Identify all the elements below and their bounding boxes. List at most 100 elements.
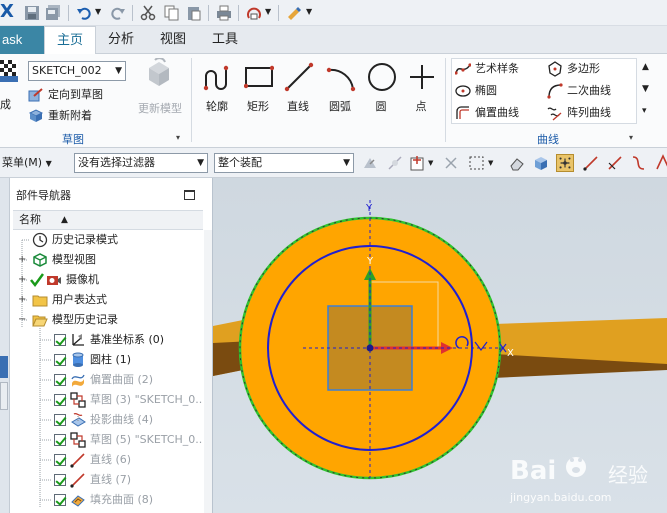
- arc-button[interactable]: 圆弧: [320, 60, 360, 124]
- redo-icon[interactable]: [110, 5, 126, 21]
- orient-to-sketch-button[interactable]: 定向到草图: [28, 86, 103, 104]
- studio-spline-button[interactable]: 艺术样条: [455, 59, 519, 79]
- snap-icon[interactable]: [442, 154, 460, 172]
- point-button[interactable]: 点: [401, 60, 441, 124]
- gallery-scroll-down-icon[interactable]: ▼: [642, 84, 649, 94]
- gallery-scroll-up-icon[interactable]: ▲: [642, 62, 649, 72]
- sketch-name-select[interactable]: SKETCH_002 ▼: [28, 61, 126, 81]
- chevron-down-icon: ▼: [197, 158, 204, 168]
- print-icon[interactable]: [216, 5, 232, 21]
- solid-body-icon[interactable]: [532, 154, 550, 172]
- visibility-checkbox[interactable]: [54, 454, 66, 466]
- customize-dropdown-icon[interactable]: ▼: [306, 7, 312, 16]
- pattern-curve-button[interactable]: 阵列曲线: [547, 103, 611, 123]
- snap-midpoint-icon[interactable]: [582, 154, 600, 172]
- tree-item-line-7[interactable]: 直线 (7): [14, 470, 204, 490]
- snap-point-icon[interactable]: [386, 154, 404, 172]
- tree-item-label: 直线 (7): [90, 473, 132, 486]
- chevron-down-icon[interactable]: ▼: [428, 159, 433, 167]
- ellipse-button[interactable]: 椭圆: [455, 81, 497, 101]
- tree-item-user-expressions[interactable]: + 用户表达式: [14, 290, 204, 310]
- rectangle-label: 矩形: [247, 100, 269, 113]
- visibility-checkbox[interactable]: [54, 494, 66, 506]
- menu-button[interactable]: 菜单(M) ▼: [0, 154, 52, 172]
- resource-tab-icon[interactable]: [0, 356, 8, 378]
- tree-item-sketch-5[interactable]: 草图 (5) "SKETCH_0..: [14, 430, 204, 450]
- expand-icon[interactable]: +: [18, 295, 26, 305]
- line-label: 直线: [287, 100, 309, 113]
- conic-button[interactable]: 二次曲线: [547, 81, 611, 101]
- eraser-icon[interactable]: [508, 154, 526, 172]
- tree-item-cameras[interactable]: + 摄像机: [14, 270, 204, 290]
- rectangle-select-icon[interactable]: [468, 154, 486, 172]
- cut-icon[interactable]: [140, 5, 156, 21]
- tree-item-cylinder[interactable]: 圆柱 (1): [14, 350, 204, 370]
- tree-item-model-history[interactable]: − 模型历史记录: [14, 310, 204, 330]
- paste-icon[interactable]: [186, 5, 202, 21]
- tree-item-line-6[interactable]: 直线 (6): [14, 450, 204, 470]
- group-separator: [191, 58, 192, 142]
- visibility-checkbox[interactable]: [54, 414, 66, 426]
- selection-scope-select[interactable]: 整个装配 ▼: [214, 153, 354, 173]
- polygon-button[interactable]: 多边形: [547, 59, 600, 79]
- offset-surface-icon: [71, 374, 85, 387]
- chevron-down-icon[interactable]: ▼: [488, 159, 493, 167]
- chevron-down-icon: ▼: [343, 158, 350, 168]
- finish-sketch-label[interactable]: 成: [0, 96, 11, 112]
- tree-item-model-views[interactable]: + 模型视图: [14, 250, 204, 270]
- window-dropdown-icon[interactable]: ▼: [265, 7, 271, 16]
- snap-line-icon[interactable]: [606, 154, 624, 172]
- tab-sketch-task[interactable]: ask: [0, 26, 44, 54]
- tree-item-history-mode[interactable]: 历史记录模式: [14, 230, 204, 250]
- save-icon[interactable]: [24, 5, 40, 21]
- navigator-scrollbar[interactable]: [204, 230, 212, 513]
- reattach-button[interactable]: 重新附着: [28, 107, 92, 125]
- point-label: 点: [415, 100, 427, 113]
- toolbar-separator: [238, 5, 239, 21]
- snap-curve-icon[interactable]: [630, 154, 648, 172]
- visibility-checkbox[interactable]: [54, 374, 66, 386]
- curve-group-expand-icon[interactable]: ▾: [629, 133, 633, 142]
- undo-icon[interactable]: [76, 5, 92, 21]
- rectangle-button[interactable]: 矩形: [238, 60, 278, 124]
- tab-tools[interactable]: 工具: [202, 26, 248, 54]
- touch-mode-icon[interactable]: [286, 5, 302, 21]
- offset-curve-button[interactable]: 偏置曲线: [455, 103, 519, 123]
- visibility-checkbox[interactable]: [54, 354, 66, 366]
- select-feature-icon[interactable]: [409, 154, 427, 172]
- origin-point[interactable]: [366, 344, 374, 352]
- tree-item-fill-surface[interactable]: 填充曲面 (8): [14, 490, 204, 510]
- sketch-group-expand-icon[interactable]: ▾: [176, 133, 180, 142]
- line-button[interactable]: 直线: [278, 60, 318, 124]
- circle-button[interactable]: 圆: [361, 60, 401, 124]
- undo-dropdown-icon[interactable]: ▼: [95, 7, 101, 16]
- copy-icon[interactable]: [164, 5, 180, 21]
- tab-view[interactable]: 视图: [150, 26, 196, 54]
- selection-options-icon[interactable]: [362, 154, 380, 172]
- update-model-button[interactable]: 更新模型: [138, 58, 182, 118]
- visibility-checkbox[interactable]: [54, 394, 66, 406]
- resource-tab-icon[interactable]: [0, 382, 8, 410]
- visibility-checkbox[interactable]: [54, 434, 66, 446]
- visibility-checkbox[interactable]: [54, 334, 66, 346]
- tab-analysis[interactable]: 分析: [98, 26, 144, 54]
- window-icon[interactable]: [246, 5, 262, 21]
- snap-endpoint-icon[interactable]: [556, 154, 574, 172]
- tree-item-sketch-3[interactable]: 草图 (3) "SKETCH_0..: [14, 390, 204, 410]
- update-model-label: 更新模型: [138, 102, 182, 115]
- profile-button[interactable]: 轮廓: [197, 60, 237, 124]
- save-all-icon[interactable]: [45, 5, 61, 21]
- tree-item-projected-curve[interactable]: 投影曲线 (4): [14, 410, 204, 430]
- type-filter-select[interactable]: 没有选择过滤器 ▼: [74, 153, 208, 173]
- tab-home[interactable]: 主页: [44, 26, 96, 55]
- visibility-checkbox[interactable]: [54, 474, 66, 486]
- tree-item-datum-csys[interactable]: 基准坐标系 (0): [14, 330, 204, 350]
- snap-text-icon[interactable]: [654, 154, 667, 172]
- finish-sketch-icon[interactable]: [0, 60, 18, 82]
- tree-item-offset-surface[interactable]: 偏置曲面 (2): [14, 370, 204, 390]
- collapse-icon[interactable]: −: [18, 315, 26, 325]
- chevron-down-icon: ▼: [115, 66, 122, 76]
- gallery-more-icon[interactable]: ▾: [642, 106, 647, 116]
- expand-icon[interactable]: +: [18, 275, 26, 285]
- expand-icon[interactable]: +: [18, 255, 26, 265]
